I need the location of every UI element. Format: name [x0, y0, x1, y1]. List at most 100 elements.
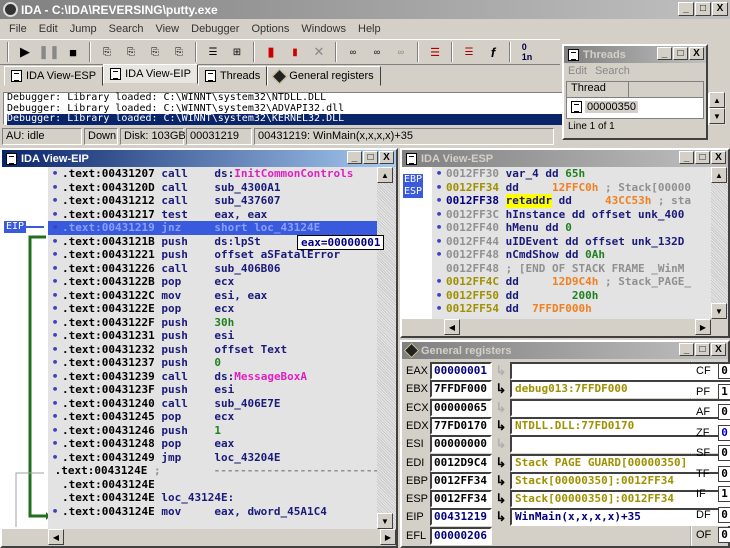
breakpoint-list-icon[interactable]: ☰ [202, 41, 224, 63]
func-list-icon[interactable]: ☰ [458, 41, 480, 63]
breakpoint-dot[interactable]: • [48, 194, 62, 208]
breakpoint-dot[interactable]: • [432, 208, 446, 222]
flag-value[interactable]: 0 [718, 465, 730, 482]
breakpoint-dot[interactable]: • [432, 289, 446, 303]
menu-windows[interactable]: Windows [295, 23, 352, 35]
disasm-row[interactable]: • .text:0043124E mov eax, dword_45A1C4 [48, 505, 377, 519]
disasm-row[interactable]: • .text:0043122B pop ecx [48, 275, 377, 289]
disasm-row[interactable]: • .text:0043122F push 30h [48, 316, 377, 330]
scroll-left-button[interactable]: ◀ [48, 529, 64, 545]
breakpoint-dot[interactable]: • [48, 235, 62, 249]
menu-search[interactable]: Search [103, 23, 150, 35]
eip-disassembly[interactable]: • .text:00431207 call ds: InitCommonContro… [48, 167, 377, 529]
stack-trace-icon[interactable]: ☰ [424, 41, 446, 63]
disasm-row[interactable]: • .text:00431246 push 1 [48, 424, 377, 438]
esp-titlebar[interactable]: IDA View-ESP _ □ X [402, 150, 728, 167]
step-out-icon[interactable]: ⎘ [168, 41, 190, 63]
breakpoint-dot[interactable]: • [48, 302, 62, 316]
disasm-row[interactable]: • .text:00431249 jmp loc_43204E [48, 451, 377, 465]
thread-row[interactable]: 00000350 [567, 98, 703, 116]
register-value[interactable]: 00431219 [430, 508, 492, 527]
menu-file[interactable]: File [3, 23, 33, 35]
breakpoint-dot[interactable]: • [432, 167, 446, 181]
minimize-button[interactable]: _ [678, 2, 694, 16]
step-over-icon[interactable]: ⎘ [120, 41, 142, 63]
breakpoint-dot[interactable]: • [48, 208, 62, 222]
disasm-row[interactable]: .text:0043124E [48, 478, 377, 492]
scroll-left-button[interactable]: ◀ [444, 319, 460, 335]
disasm-row[interactable]: • .text:0043122C mov esi, eax [48, 289, 377, 303]
breakpoint-dot[interactable]: • [48, 451, 62, 465]
close-button[interactable]: X [379, 151, 394, 164]
breakpoint-dot[interactable]: • [432, 194, 446, 208]
breakpoint-dot[interactable]: • [48, 343, 62, 357]
maximize-button[interactable]: □ [695, 151, 710, 164]
output-scrollbar[interactable]: ▲ ▼ [709, 92, 726, 125]
column-header-thread[interactable]: Thread [567, 82, 629, 97]
disasm-row[interactable]: .text:0043124E ; -----------------------… [48, 464, 377, 478]
breakpoint-dot[interactable]: • [48, 356, 62, 370]
pointer-arrow-icon[interactable]: ↳ [492, 509, 510, 525]
breakpoint-dot[interactable]: • [48, 316, 62, 330]
breakpoint-dot[interactable]: • [432, 302, 446, 316]
esp-stack-view[interactable]: • 0012FF30 var_4 dd 65h • 0012FF34 dd 12FFC… [432, 167, 711, 319]
breakpoint-dot[interactable]: • [48, 181, 62, 195]
names-icon[interactable]: 0 1n [516, 41, 538, 63]
register-value[interactable]: 0012FF34 [430, 490, 492, 509]
disasm-row[interactable]: • .text:00431239 call ds: MessageBoxA [48, 370, 377, 384]
stack-row[interactable]: • 0012FF30 var_4 dd 65h [432, 167, 711, 181]
disasm-row[interactable]: • .text:0043122E pop ecx [48, 302, 377, 316]
threads-menu-search[interactable]: Search [595, 65, 630, 77]
flag-value[interactable]: 0 [718, 527, 730, 543]
delete-icon[interactable]: ✕ [308, 41, 330, 63]
register-value[interactable]: 77FD0170 [430, 416, 492, 435]
menu-jump[interactable]: Jump [64, 23, 103, 35]
stack-row[interactable]: • 0012FF54 dd 7FFDF000h [432, 302, 711, 316]
minimize-button[interactable]: _ [347, 151, 362, 164]
close-button[interactable]: X [712, 2, 728, 16]
breakpoint-dot[interactable] [48, 478, 62, 492]
breakpoint-dot[interactable]: • [48, 262, 62, 276]
disasm-row[interactable]: • .text:00431226 call sub_406B06 [48, 262, 377, 276]
disasm-row[interactable]: .text:0043124E loc_43124E: [48, 491, 377, 505]
menu-options[interactable]: Options [245, 23, 295, 35]
breakpoint-dot[interactable]: • [48, 248, 62, 262]
disasm-row[interactable]: • .text:00431217 test eax, eax [48, 208, 377, 222]
breakpoint-dot[interactable]: • [432, 235, 446, 249]
breakpoint-dot[interactable]: • [48, 410, 62, 424]
threads-menu-edit[interactable]: Edit [568, 65, 587, 77]
stack-row[interactable]: 0012FF48 ; [END OF STACK FRAME _WinM [432, 262, 711, 276]
threads-titlebar[interactable]: Threads _ □ X [564, 46, 706, 63]
eip-vertical-scrollbar[interactable]: ▲ ▼ [377, 167, 396, 529]
register-value[interactable]: 0012D9C4 [430, 453, 492, 472]
module-icon[interactable]: ▮ [284, 41, 306, 63]
stack-row[interactable]: • 0012FF4C dd 12D9C4h ; Stack_PAGE_ [432, 275, 711, 289]
tab-ida-view-esp[interactable]: IDA View-ESP [4, 66, 104, 86]
close-button[interactable]: X [711, 151, 726, 164]
breakpoint-dot[interactable]: • [48, 329, 62, 343]
disasm-row[interactable]: • .text:00431232 push offset Text [48, 343, 377, 357]
trace2-icon[interactable]: ∞ [366, 41, 388, 63]
breakpoint-dot[interactable]: • [48, 383, 62, 397]
scroll-up-button[interactable]: ▲ [711, 167, 727, 183]
pointer-arrow-icon[interactable]: ↳ [492, 381, 510, 397]
stack-row[interactable]: • 0012FF34 dd 12FFC0h ; Stack[00000 [432, 181, 711, 195]
scroll-right-button[interactable]: ▶ [695, 319, 711, 335]
pointer-arrow-icon[interactable]: ↳ [492, 418, 510, 434]
breakpoint-dot[interactable]: • [432, 248, 446, 262]
scroll-down-button[interactable]: ▼ [709, 108, 725, 124]
breakpoint-dot[interactable]: • [48, 505, 62, 519]
tab-ida-view-eip[interactable]: IDA View-EIP [103, 64, 198, 84]
menu-help[interactable]: Help [352, 23, 387, 35]
stack-row[interactable]: • 0012FF38 retaddr dd 43CC53h ; sta [432, 194, 711, 208]
func-icon[interactable]: f [482, 41, 504, 63]
disasm-row[interactable]: • .text:0043120D call sub_4300A1 [48, 181, 377, 195]
scroll-down-button[interactable]: ▼ [711, 303, 727, 319]
minimize-button[interactable]: _ [657, 47, 672, 60]
pause-icon[interactable]: ❚❚ [38, 41, 60, 63]
breakpoint-dot[interactable]: • [48, 424, 62, 438]
tab-threads[interactable]: Threads [197, 66, 268, 86]
disasm-row[interactable]: • .text:00431237 push 0 [48, 356, 377, 370]
disasm-row[interactable]: • .text:00431212 call sub_437607 [48, 194, 377, 208]
register-value[interactable]: 00000000 [430, 435, 492, 454]
